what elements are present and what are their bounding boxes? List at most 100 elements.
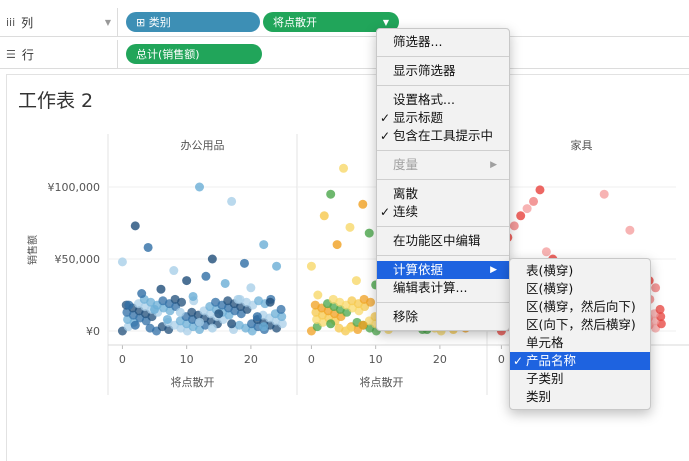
scatter-point [347, 296, 357, 306]
scatter-point [150, 304, 160, 314]
scatter-point [334, 323, 344, 333]
x-tick-label: 20 [244, 353, 258, 366]
scatter-point [339, 163, 349, 173]
scatter-point [233, 294, 243, 304]
scatter-point [509, 221, 519, 231]
submenu-item-label: 表(横穿) [526, 263, 574, 278]
menu-item[interactable]: ✓ 包含在工具提示中 [377, 127, 509, 145]
x-axis-label: 将点散开 [360, 375, 404, 389]
scatter-point [187, 307, 197, 317]
menu-item-label: 移除 [393, 309, 419, 324]
menu-item[interactable]: 显示筛选器 [377, 62, 509, 80]
scatter-point [625, 225, 635, 235]
menu-item[interactable]: 在功能区中编辑 [377, 232, 509, 250]
scatter-point [522, 204, 532, 214]
menu-item-label: 显示标题 [393, 110, 444, 125]
x-tick-label: 10 [369, 353, 383, 366]
pane-header: 办公用品 [181, 139, 225, 152]
submenu-item-label: 区(向下，然后横穿) [526, 317, 636, 332]
scatter-point [345, 323, 355, 333]
scatter-point [124, 300, 134, 310]
scatter-point [254, 296, 264, 306]
scatter-point [227, 319, 237, 329]
menu-item[interactable]: 离散 [377, 185, 509, 203]
scatter-point [214, 309, 224, 319]
menu-item[interactable]: ✓ 连续 [377, 203, 509, 221]
menu-item-label: 计算依据 [393, 262, 444, 277]
scatter-point [182, 276, 192, 286]
y-tick-label: ¥0 [86, 325, 100, 338]
scatter-point [211, 297, 221, 307]
checkmark-icon: ✓ [380, 129, 391, 143]
chevron-right-icon: ▶ [490, 265, 497, 275]
scatter-point [195, 317, 204, 327]
scatter-point [130, 221, 140, 231]
context-menu: 筛选器... 显示筛选器 设置格式... ✓ 显示标题 ✓ 包含在工具提示中 度量 ▶ 离散 ✓ 连续… [376, 28, 510, 331]
submenu-item[interactable]: 单元格 [510, 334, 650, 352]
scatter-point [310, 300, 320, 310]
scatter-point [162, 314, 172, 324]
scatter-point [358, 199, 368, 209]
scatter-point [169, 266, 179, 276]
scatter-point [156, 284, 166, 294]
menu-separator [377, 150, 509, 151]
menu-item[interactable]: 计算依据 ▶ [377, 261, 509, 279]
menu-item[interactable]: 移除 [377, 308, 509, 326]
scatter-point [220, 278, 230, 288]
menu-item-label: 离散 [393, 186, 419, 201]
scatter-point [201, 271, 211, 281]
scatter-point [195, 182, 204, 192]
submenu-item[interactable]: 区(向下，然后横穿) [510, 316, 650, 334]
scatter-point [326, 189, 336, 199]
checkmark-icon: ✓ [380, 111, 391, 125]
scatter-point [351, 276, 361, 286]
submenu-item-label: 区(横穿) [526, 281, 574, 296]
scatter-point [332, 240, 342, 250]
compute-using-submenu: 表(横穿) 区(横穿) 区(横穿，然后向下) 区(向下，然后横穿) 单元格 ✓ 产品名称 子类… [509, 258, 651, 410]
scatter-point [175, 307, 185, 317]
scatter-point [516, 211, 526, 221]
y-axis-label: 销售额 [26, 235, 39, 265]
menu-item[interactable]: 设置格式... [377, 91, 509, 109]
scatter-point [207, 254, 217, 264]
x-tick-label: 10 [180, 353, 194, 366]
x-tick-label: 0 [308, 353, 315, 366]
menu-item: 度量 ▶ [377, 156, 509, 174]
scatter-point [239, 258, 249, 268]
y-tick-label: ¥100,000 [48, 181, 101, 194]
submenu-item[interactable]: 子类别 [510, 370, 650, 388]
pane-header: 家具 [571, 138, 593, 152]
submenu-item-label: 单元格 [526, 335, 564, 350]
scatter-point [313, 290, 323, 300]
scatter-point [326, 319, 336, 329]
submenu-item-label: 产品名称 [526, 353, 577, 368]
submenu-item[interactable]: 类别 [510, 388, 650, 406]
checkmark-icon: ✓ [380, 205, 391, 219]
scatter-point [234, 320, 244, 330]
menu-item[interactable]: 筛选器... [377, 33, 509, 51]
scatter-point [145, 323, 155, 333]
submenu-item[interactable]: 区(横穿) [510, 280, 650, 298]
checkmark-icon: ✓ [513, 354, 524, 368]
menu-separator [377, 179, 509, 180]
menu-separator [377, 56, 509, 57]
submenu-item[interactable]: ✓ 产品名称 [510, 352, 650, 370]
menu-item[interactable]: 编辑表计算... [377, 279, 509, 297]
menu-item[interactable]: ✓ 显示标题 [377, 109, 509, 127]
menu-item-label: 显示筛选器 [393, 63, 456, 78]
submenu-item[interactable]: 区(横穿，然后向下) [510, 298, 650, 316]
submenu-item-label: 区(横穿，然后向下) [526, 299, 636, 314]
scatter-point [655, 304, 665, 314]
scatter-point [188, 291, 198, 301]
scatter-point [246, 283, 256, 293]
menu-item-label: 编辑表计算... [393, 280, 468, 295]
scatter-point [328, 294, 338, 304]
scatter-point [259, 240, 269, 250]
scatter-point [223, 296, 233, 306]
scatter-point [252, 312, 262, 322]
scatter-point [529, 196, 539, 206]
scatter-point [130, 320, 140, 330]
scatter-point [359, 294, 369, 304]
scatter-point [306, 261, 316, 271]
submenu-item[interactable]: 表(横穿) [510, 262, 650, 280]
